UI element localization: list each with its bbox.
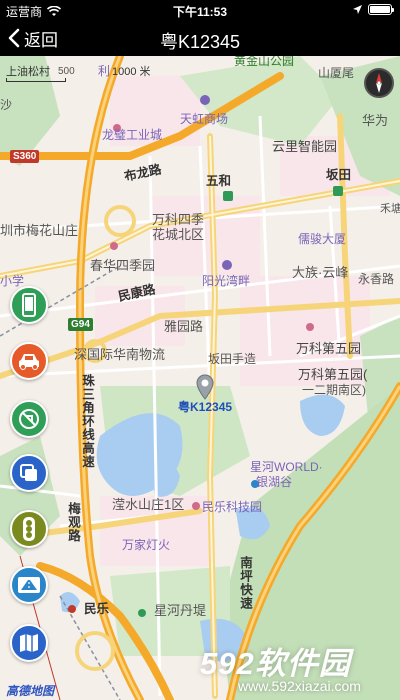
map-attribution: 高德地图 <box>6 684 55 698</box>
map-label-tianhong: 天虹商场 <box>180 112 229 126</box>
map-label-wanjia: 万家灯火 <box>122 538 171 552</box>
status-bar: 运营商 下午11:53 <box>0 0 400 20</box>
map-label-shenguo: 深国际华南物流 <box>74 347 166 362</box>
map-label-vanke-siji: 万科四季 <box>152 212 205 227</box>
status-right <box>353 4 394 15</box>
map-label-yinhu: 银湖谷 <box>256 475 293 489</box>
page-title: 粤K12345 <box>159 32 241 52</box>
map-label-shan: 沙 <box>0 98 13 112</box>
map-label-huangjinshan: 黄金山公园 <box>234 56 295 68</box>
map-view[interactable]: 上油松村 500 1000 米 黄金山公园 山厦尾 华为 沙 利 天虹商场 龙璧… <box>0 56 400 700</box>
phone-button[interactable] <box>10 286 48 324</box>
map-label-meihua: 圳市梅花山庄 <box>0 223 79 238</box>
map-label-vanke5b: 万科第五园( <box>298 367 368 382</box>
map-label-minle-tech: 民乐科技园 <box>202 500 263 514</box>
map-label-rujun: 儒骏大厦 <box>298 232 347 246</box>
map-label-yingshui: 滢水山庄1区 <box>112 497 185 512</box>
map-book-button[interactable] <box>10 624 48 662</box>
scale-bar <box>6 78 66 82</box>
shield-s360: S360 <box>10 150 40 163</box>
compass-icon <box>376 73 382 93</box>
compass-button[interactable] <box>364 68 394 98</box>
map-book-icon <box>20 634 38 652</box>
map-label-longbi: 龙璧工业城 <box>102 128 163 142</box>
road-icon <box>18 577 40 593</box>
phone-icon <box>22 293 36 317</box>
battery-icon <box>368 4 394 15</box>
vehicle-label: 粤K12345 <box>178 400 233 414</box>
map-label-bantian: 坂田 <box>326 168 352 182</box>
track-off-button[interactable] <box>10 400 48 438</box>
map-label-huacheng: 花城北区 <box>152 227 205 242</box>
scale-origin-label: 上油松村 <box>6 66 50 78</box>
map-label-meiguan: 梅观路 <box>66 502 80 543</box>
map-label-wuhe: 五和 <box>206 174 232 188</box>
map-label-chunhua: 春华四季园 <box>90 258 156 273</box>
road-view-button[interactable] <box>10 566 48 604</box>
car-button[interactable] <box>10 342 48 380</box>
map-label-shanxiawei: 山厦尾 <box>318 66 355 80</box>
map-label-nanping: 南坪快速 <box>238 556 252 610</box>
shield-g94: G94 <box>68 318 93 331</box>
map-label-dazu: 大族·云峰 <box>292 265 349 280</box>
map-label-xinghe-world: 星河WORLD· <box>250 460 323 474</box>
traffic-button[interactable] <box>10 510 48 548</box>
scale-distance-label: 1000 米 <box>112 66 151 78</box>
map-label-yongxiang: 永香路 <box>358 272 395 286</box>
status-time: 下午11:53 <box>172 5 228 19</box>
layers-icon <box>20 464 37 481</box>
watermark-url: www.592xiazai.com <box>238 678 361 694</box>
layers-button[interactable] <box>10 454 48 492</box>
scale-value: 500 <box>58 66 75 77</box>
map-pin-icon <box>196 374 214 400</box>
map-label-xiaoxue: 小学 <box>0 274 25 288</box>
navigation-bar: 返回 粤K12345 <box>0 20 400 56</box>
map-label-vanke5c: 一二期南区) <box>302 383 366 397</box>
map-label-bantian-shoudao: 坂田手造 <box>208 352 257 366</box>
car-icon <box>19 354 39 370</box>
map-label-yayuan: 雅园路 <box>164 319 204 334</box>
map-label-huawei: 华为 <box>362 113 389 128</box>
map-label-zhusanjiao: 珠三角环线高速 <box>80 374 94 469</box>
map-label-hetang: 禾塘 <box>380 203 400 215</box>
map-label-vanke5: 万科第五园 <box>296 341 362 356</box>
map-label-xinghe-danti: 星河丹堤 <box>154 603 207 618</box>
battery-level <box>370 6 390 13</box>
traffic-light-icon <box>23 517 35 541</box>
map-label-yangguang: 阳光湾畔 <box>202 274 251 288</box>
location-arrow-icon <box>353 5 362 14</box>
map-label-yunli: 云里智能园 <box>272 139 338 154</box>
map-label-li: 利 <box>98 64 111 78</box>
map-label-minle: 民乐 <box>84 602 110 616</box>
no-track-icon <box>19 409 39 429</box>
watermark-brand: 592软件园 <box>200 646 351 681</box>
